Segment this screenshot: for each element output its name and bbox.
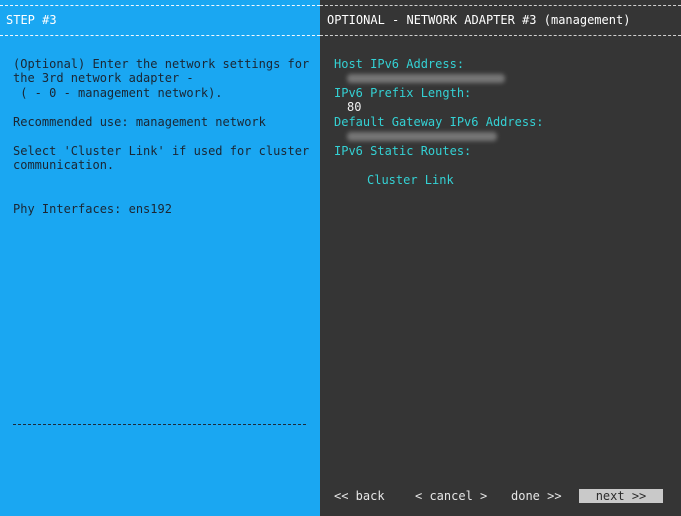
host-ipv6-label: Host IPv6 Address:: [334, 57, 465, 71]
header-divider: [0, 35, 320, 36]
prefix-length-field[interactable]: 80: [347, 100, 361, 115]
back-button[interactable]: << back: [334, 489, 385, 504]
cluster-hint-line-1: Select 'Cluster Link' if used for cluste…: [13, 144, 310, 158]
installer-screen: STEP #3 (Optional) Enter the network set…: [0, 0, 681, 516]
network-adapter-panel: OPTIONAL - NETWORK ADAPTER #3 (managemen…: [320, 0, 681, 516]
description-line-3: ( - 0 - management network).: [13, 86, 223, 100]
step-title: STEP #3: [6, 13, 57, 27]
done-button[interactable]: done >>: [511, 489, 562, 504]
button-bar: << back < cancel > done >> next >>: [320, 489, 681, 505]
next-button[interactable]: next >>: [579, 489, 663, 503]
header-divider: [320, 35, 681, 36]
cluster-hint-line-2: communication.: [13, 158, 115, 172]
prefix-length-label: IPv6 Prefix Length:: [334, 86, 472, 100]
description-line-1: (Optional) Enter the network settings fo…: [13, 57, 310, 71]
cancel-button[interactable]: < cancel >: [415, 489, 487, 504]
recommended-use: Recommended use: management network: [13, 115, 266, 129]
static-routes-label: IPv6 Static Routes:: [334, 144, 472, 158]
step-panel: STEP #3 (Optional) Enter the network set…: [0, 0, 320, 516]
bottom-divider: [13, 424, 306, 425]
top-divider: [320, 5, 681, 6]
cluster-link-checkbox[interactable]: Cluster Link: [367, 173, 454, 188]
panel-title: OPTIONAL - NETWORK ADAPTER #3 (managemen…: [327, 13, 631, 27]
phy-interfaces: Phy Interfaces: ens192: [13, 202, 172, 216]
gateway-ipv6-field-redacted[interactable]: [347, 132, 497, 141]
top-divider: [0, 5, 320, 6]
host-ipv6-field-redacted[interactable]: [347, 74, 505, 83]
description-line-2: the 3rd network adapter -: [13, 71, 194, 85]
gateway-ipv6-label: Default Gateway IPv6 Address:: [334, 115, 544, 129]
